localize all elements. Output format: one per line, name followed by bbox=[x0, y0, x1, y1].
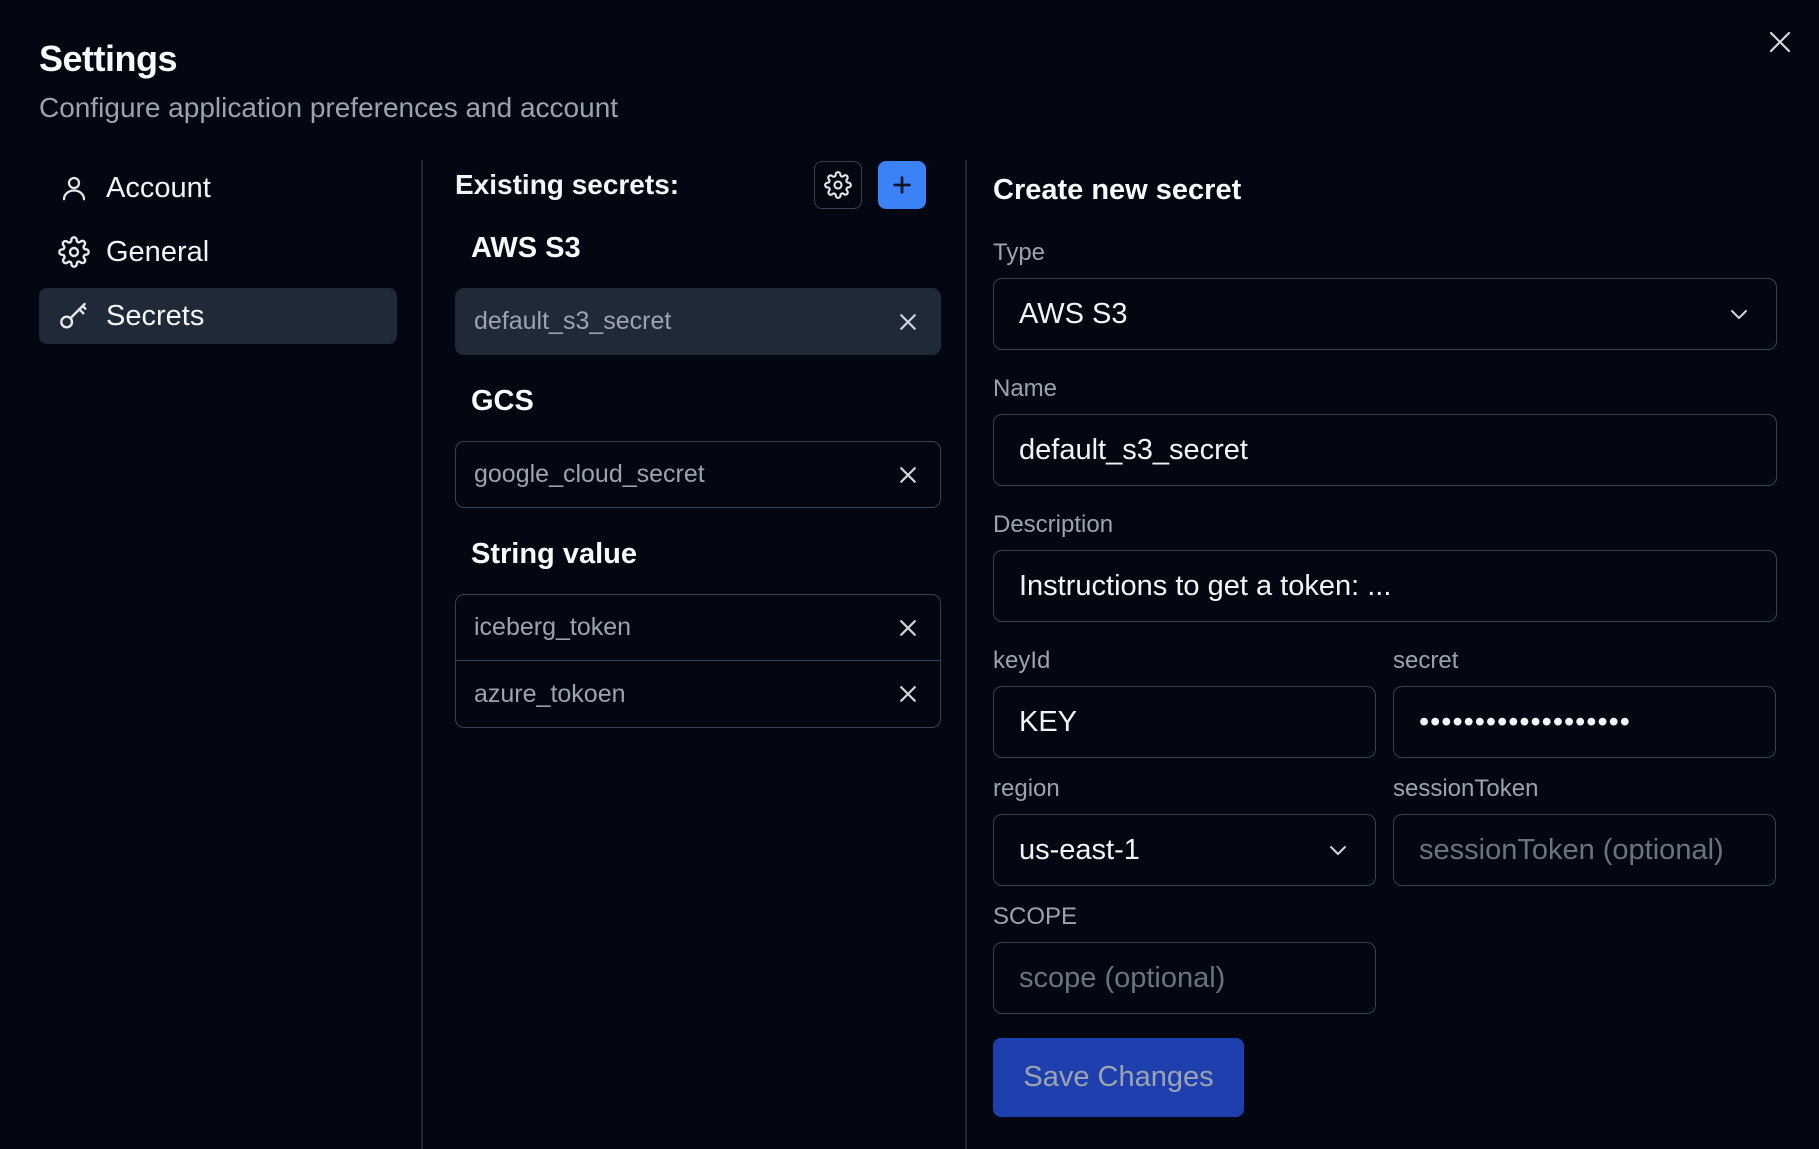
description-label: Description bbox=[993, 511, 1114, 538]
secrets-list-title: Existing secrets: bbox=[455, 169, 680, 200]
sidebar: Account General Secrets bbox=[39, 160, 397, 352]
secret-item-azure-tokoen[interactable]: azure_tokoen bbox=[455, 661, 941, 728]
create-secret-form: Create new secret Type AWS S3 Name defau… bbox=[993, 160, 1777, 1117]
name-input-value: default_s3_secret bbox=[1019, 433, 1248, 466]
close-icon bbox=[900, 686, 916, 702]
key-icon bbox=[56, 298, 92, 334]
description-input[interactable]: Instructions to get a token: ... bbox=[993, 550, 1777, 622]
delete-secret-button[interactable] bbox=[894, 680, 922, 708]
secret-group-title: String value bbox=[471, 538, 637, 570]
keyid-label: keyId bbox=[993, 647, 1051, 674]
secrets-settings-button[interactable] bbox=[814, 161, 862, 209]
page-title: Settings bbox=[39, 38, 178, 79]
sidebar-item-account[interactable]: Account bbox=[39, 160, 397, 216]
session-token-input[interactable]: sessionToken (optional) bbox=[1393, 814, 1776, 886]
region-label: region bbox=[993, 775, 1060, 802]
sidebar-item-secrets[interactable]: Secrets bbox=[39, 288, 397, 344]
sidebar-item-label: General bbox=[106, 235, 210, 268]
description-input-value: Instructions to get a token: ... bbox=[1019, 569, 1392, 602]
name-label: Name bbox=[993, 375, 1058, 402]
secret-group-title: GCS bbox=[471, 385, 534, 417]
sidebar-item-label: Secrets bbox=[106, 299, 205, 332]
close-icon bbox=[1769, 31, 1791, 53]
form-divider bbox=[965, 160, 967, 1149]
secrets-list-header: Existing secrets: bbox=[455, 160, 941, 210]
secrets-list: Existing secrets: AWS S3 default_s3_secr… bbox=[455, 160, 941, 728]
keyid-input-value: KEY bbox=[1019, 705, 1078, 738]
page-subtitle: Configure application preferences and ac… bbox=[39, 92, 619, 123]
secret-item-name: azure_tokoen bbox=[474, 679, 626, 708]
gear-icon bbox=[56, 234, 92, 270]
close-icon bbox=[900, 466, 916, 483]
type-select-value: AWS S3 bbox=[1019, 297, 1128, 330]
save-changes-button[interactable]: Save Changes bbox=[993, 1038, 1244, 1117]
region-select[interactable]: us-east-1 bbox=[993, 814, 1376, 886]
form-title: Create new secret bbox=[993, 174, 1242, 206]
secret-input[interactable]: ••••••••••••••••••• bbox=[1393, 686, 1776, 758]
secret-item-name: iceberg_token bbox=[474, 613, 632, 641]
close-icon bbox=[900, 619, 916, 636]
sidebar-item-general[interactable]: General bbox=[39, 224, 397, 280]
settings-dialog: Settings Configure application preferenc… bbox=[0, 0, 1819, 1149]
session-token-label: sessionToken bbox=[1393, 775, 1539, 802]
secret-item-name: default_s3_secret bbox=[474, 307, 672, 335]
sidebar-item-label: Account bbox=[106, 171, 211, 204]
secret-label: secret bbox=[1393, 647, 1459, 674]
scope-label: SCOPE bbox=[993, 903, 1078, 930]
secret-input-value: ••••••••••••••••••• bbox=[1419, 705, 1631, 738]
secret-item-google-cloud-secret[interactable]: google_cloud_secret bbox=[455, 441, 941, 508]
secret-item-iceberg-token[interactable]: iceberg_token bbox=[455, 594, 941, 661]
keyid-input[interactable]: KEY bbox=[993, 686, 1376, 758]
delete-secret-button[interactable] bbox=[894, 614, 922, 642]
secret-item-default-s3-secret[interactable]: default_s3_secret bbox=[455, 288, 941, 355]
chevron-down-icon bbox=[1330, 846, 1346, 855]
type-label: Type bbox=[993, 239, 1046, 266]
sidebar-divider bbox=[421, 160, 423, 1149]
scope-placeholder: scope (optional) bbox=[1019, 961, 1226, 994]
secret-group-string-value: iceberg_token azure_tokoen bbox=[455, 594, 941, 728]
chevron-down-icon bbox=[1731, 310, 1747, 319]
secret-item-name: google_cloud_secret bbox=[474, 460, 705, 488]
add-secret-button[interactable] bbox=[878, 161, 926, 209]
gear-icon bbox=[824, 171, 852, 199]
session-token-placeholder: sessionToken (optional) bbox=[1419, 833, 1724, 866]
type-select[interactable]: AWS S3 bbox=[993, 278, 1777, 350]
delete-secret-button[interactable] bbox=[894, 308, 922, 336]
delete-secret-button[interactable] bbox=[894, 461, 922, 489]
plus-icon bbox=[893, 176, 911, 194]
scope-input[interactable]: scope (optional) bbox=[993, 942, 1376, 1014]
name-input[interactable]: default_s3_secret bbox=[993, 414, 1777, 486]
close-icon bbox=[900, 313, 916, 330]
secret-group-title: AWS S3 bbox=[471, 232, 581, 264]
user-icon bbox=[56, 170, 92, 206]
close-button[interactable] bbox=[1763, 25, 1797, 59]
region-select-value: us-east-1 bbox=[1019, 833, 1140, 866]
